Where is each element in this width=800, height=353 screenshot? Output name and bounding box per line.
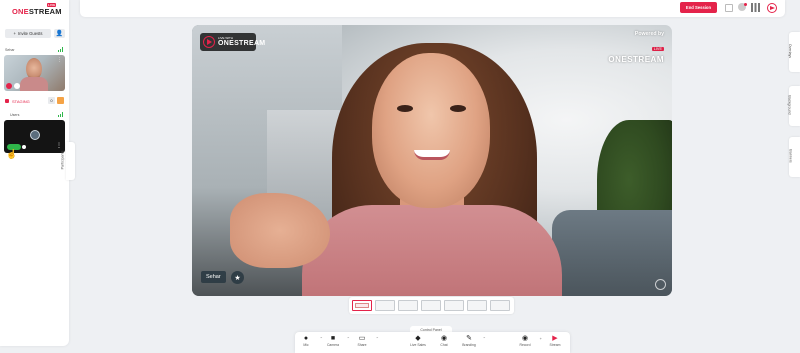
share-label: Share	[357, 343, 367, 347]
layout-pip[interactable]	[421, 300, 441, 311]
mic-status-icon[interactable]	[6, 83, 12, 89]
staging-label: STAGING	[12, 99, 30, 104]
stream-icon: ▶	[552, 335, 558, 342]
watermark-brand: ONESTREAM	[608, 55, 664, 64]
presenter-shirt	[302, 205, 562, 296]
branding-label: Branding	[462, 343, 476, 347]
share-button[interactable]: ▭ Share ⌃	[351, 334, 379, 348]
invite-guests-label: Invite Guests	[18, 31, 43, 36]
more-options-icon[interactable]: ⋮	[57, 57, 62, 63]
chat-icon: ◉	[440, 335, 448, 342]
record-button[interactable]: ◉ Record +	[514, 334, 542, 348]
mic-label: Mic	[303, 343, 309, 347]
main-video-stage[interactable]: LIVE WITH ONESTREAM Powered by LIVE ONES…	[192, 25, 672, 296]
record-icon: ◉	[521, 335, 529, 342]
camera-label: Camera	[326, 343, 340, 347]
tab-background-label: Background	[787, 95, 792, 115]
branding-icon: ✎	[466, 335, 472, 342]
plus-icon: +	[13, 31, 16, 36]
camera-button[interactable]: ■ Camera ⌃	[322, 334, 350, 348]
live-with-onestream-logo: LIVE WITH ONESTREAM	[200, 33, 265, 51]
layout-wide[interactable]	[398, 300, 418, 311]
tab-overlays[interactable]: Overlays	[788, 32, 800, 72]
background-sofa	[552, 210, 672, 296]
play-triangle-icon	[770, 5, 775, 10]
chevron-up-icon[interactable]: +	[540, 336, 542, 341]
left-sidebar: ONESTREAM LIVE + Invite Guests 👤 Sehar ⋮…	[0, 0, 69, 346]
stream-label: Stream	[549, 343, 561, 347]
camera-status-icon[interactable]	[14, 83, 20, 89]
live-chip: LIVE	[651, 47, 664, 51]
tab-banners-label: Banners	[788, 149, 793, 163]
notification-dot	[744, 3, 747, 6]
users-label: Users	[10, 113, 20, 117]
staging-count: 0	[48, 97, 55, 104]
staging-icon	[5, 99, 9, 103]
onestream-logo: ONESTREAM LIVE	[12, 3, 62, 16]
hand-cursor-icon: ☝	[6, 149, 18, 159]
mic-icon: ●	[303, 335, 309, 342]
signal-off-icon[interactable]	[725, 4, 733, 12]
mic-button[interactable]: ● Mic ⌃	[295, 334, 323, 348]
play-icon	[203, 36, 215, 48]
fullscreen-icon[interactable]	[655, 279, 666, 290]
presenter-name-chip[interactable]: Sehar	[201, 271, 226, 283]
layout-banner[interactable]	[490, 300, 510, 311]
live-sales-button[interactable]: ◆ Live Sales	[407, 334, 429, 348]
tab-banners[interactable]: Banners	[789, 137, 800, 177]
avatar	[30, 130, 40, 140]
control-panel: ● Mic ⌃ ■ Camera ⌃ ▭ Share ⌃ ◆ Live Sale…	[295, 332, 570, 353]
tab-overlays-label: Overlays	[788, 43, 793, 59]
participant-name-label: Sehar	[5, 48, 15, 52]
end-session-button[interactable]: End Session	[680, 2, 717, 13]
live-sales-icon: ◆	[415, 335, 421, 342]
layout-selector	[349, 297, 514, 314]
branding-button[interactable]: ✎ Branding ⌃	[458, 334, 486, 348]
layout-side[interactable]	[444, 300, 464, 311]
live-sales-label: Live Sales	[410, 343, 426, 347]
powered-by-watermark: Powered by LIVE ONESTREAM	[608, 31, 664, 64]
control-panel-label: Control Panel	[420, 327, 442, 332]
chevron-up-icon[interactable]: ⌃	[376, 336, 379, 341]
chat-button[interactable]: ◉ Chat	[433, 334, 455, 348]
participants-tab[interactable]: Participants	[60, 142, 75, 180]
chevron-up-icon[interactable]: ⌃	[347, 336, 350, 341]
camera-icon: ■	[330, 335, 336, 342]
onestream-text: ONESTREAM	[218, 40, 266, 47]
top-bar: End Session	[80, 0, 785, 17]
participant-video-thumbnail[interactable]: ⋮	[4, 55, 65, 91]
invite-guests-button[interactable]: + Invite Guests	[5, 29, 51, 38]
share-icon: ▭	[358, 335, 366, 342]
users-signal-icon	[58, 112, 64, 117]
add-user-button[interactable]: 👤	[54, 29, 65, 38]
user-more-icon[interactable]: ⋮	[56, 143, 62, 149]
stream-button[interactable]: ▶ Stream	[544, 334, 566, 348]
presenter-eye-right	[450, 105, 466, 112]
signal-icon	[58, 47, 64, 52]
chevron-up-icon[interactable]: ⌃	[483, 336, 486, 341]
presenter-face	[372, 53, 490, 208]
chat-label: Chat	[440, 343, 448, 347]
layout-grid[interactable]	[467, 300, 487, 311]
add-user-icon: 👤	[55, 31, 64, 37]
record-label: Record	[519, 343, 531, 347]
layout-split[interactable]	[375, 300, 395, 311]
presenter-mouth	[414, 150, 450, 160]
participant-body	[20, 77, 48, 91]
presenter-eye-left	[397, 105, 413, 112]
star-icon[interactable]: ★	[231, 271, 244, 284]
layout-single[interactable]	[352, 300, 372, 311]
apps-grid-icon[interactable]	[751, 3, 760, 12]
user-mic-icon[interactable]	[22, 145, 26, 149]
staging-toggle-button[interactable]	[57, 97, 64, 104]
tab-background[interactable]: Background	[787, 86, 800, 126]
participants-tab-label: Participants	[60, 150, 65, 170]
